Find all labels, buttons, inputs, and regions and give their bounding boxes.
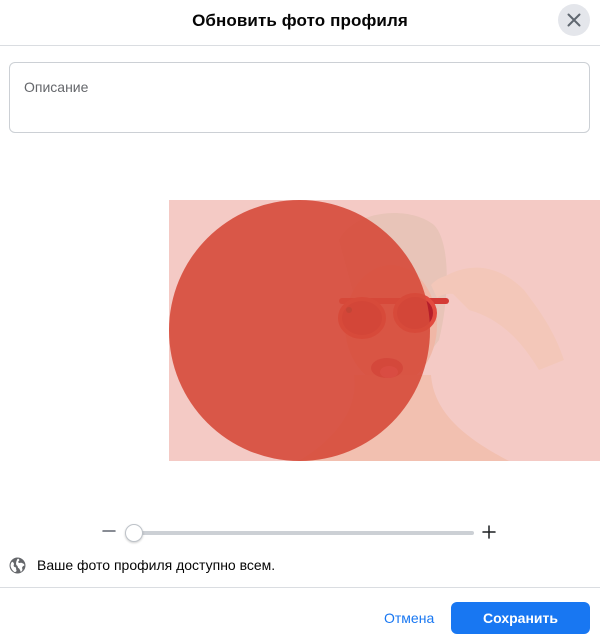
zoom-in-button[interactable]	[481, 524, 497, 540]
close-button[interactable]	[558, 4, 590, 36]
profile-photo	[169, 200, 600, 461]
cancel-button[interactable]: Отмена	[374, 602, 444, 634]
description-field[interactable]	[9, 62, 590, 133]
update-profile-photo-dialog: Обновить фото профиля Описание Ваше фото…	[0, 0, 600, 642]
globe-icon	[9, 557, 26, 574]
privacy-notice: Ваше фото профиля доступно всем.	[9, 556, 275, 574]
zoom-slider-thumb[interactable]	[124, 524, 143, 542]
privacy-text: Ваше фото профиля доступно всем.	[37, 557, 276, 573]
zoom-slider-track[interactable]	[127, 531, 474, 535]
dialog-footer: Отмена Сохранить	[0, 587, 600, 642]
photo-crop-area[interactable]	[169, 200, 600, 461]
zoom-out-button[interactable]	[102, 522, 116, 540]
dialog-title: Обновить фото профиля	[192, 11, 408, 30]
plus-icon	[482, 525, 496, 539]
description-input[interactable]	[10, 63, 589, 132]
minus-icon	[102, 530, 116, 532]
dialog-header: Обновить фото профиля	[0, 0, 600, 46]
save-button[interactable]: Сохранить	[451, 602, 590, 634]
close-icon	[567, 13, 581, 27]
